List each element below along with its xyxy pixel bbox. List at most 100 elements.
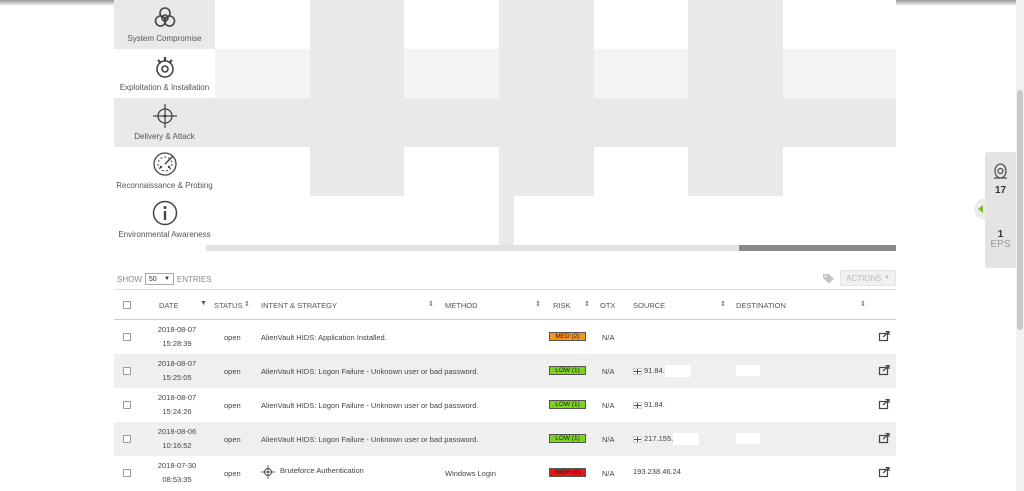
table-row[interactable]: 2018-08-07 15:28:39 open AlienVault HIDS: A…: [114, 320, 896, 354]
kill-chain-grid-row: [215, 49, 896, 98]
kill-chain-cell[interactable]: [215, 147, 310, 196]
alarm-intent[interactable]: Bruteforce Authentication: [280, 466, 364, 475]
kill-chain-cell[interactable]: [688, 147, 783, 196]
kill-chain-cell[interactable]: [404, 98, 499, 147]
row-checkbox[interactable]: [123, 333, 131, 341]
alarm-count: 17: [994, 185, 1007, 196]
kill-chain-grid-row: [215, 0, 896, 49]
table-row[interactable]: 2018-08-06 10:16:52 open AlienVault HIDS: L…: [114, 422, 896, 456]
row-checkbox[interactable]: [123, 401, 131, 409]
kill-chain-cell[interactable]: [688, 0, 783, 49]
row-checkbox[interactable]: [123, 367, 131, 375]
kill-chain-cell[interactable]: [594, 147, 688, 196]
kill-chain-cell[interactable]: [594, 49, 688, 98]
redacted-ip-mask: [673, 433, 700, 445]
kill-chain-row-label[interactable]: Exploitation & Installation: [114, 49, 215, 98]
kill-chain-cell[interactable]: [310, 0, 404, 49]
kill-chain-cell[interactable]: [404, 0, 499, 49]
alarm-intent[interactable]: AlienVault HIDS: Logon Failure - Unknown…: [261, 401, 478, 410]
col-source[interactable]: SOURCE: [633, 301, 665, 310]
open-details-icon[interactable]: [878, 330, 890, 344]
kill-chain-cell[interactable]: [499, 196, 514, 245]
kill-chain-grid[interactable]: [215, 0, 896, 245]
open-details-icon[interactable]: [878, 432, 890, 446]
kill-chain-cell[interactable]: [783, 147, 896, 196]
kill-chain-cell[interactable]: [215, 196, 499, 245]
kill-chain-cell[interactable]: [404, 49, 499, 98]
sort-icon[interactable]: ⇕: [720, 300, 726, 308]
alarm-date: 2018-07-30: [157, 461, 197, 470]
table-row[interactable]: 2018-08-07 15:24:26 open AlienVault HIDS: L…: [114, 388, 896, 422]
sort-desc-icon[interactable]: ▼: [200, 300, 207, 307]
alarm-intent[interactable]: AlienVault HIDS: Logon Failure - Unknown…: [261, 435, 478, 444]
kill-chain-cell[interactable]: [594, 0, 688, 49]
kill-chain-cell[interactable]: [215, 0, 310, 49]
open-details-icon[interactable]: [878, 466, 890, 480]
kill-chain-cell[interactable]: [783, 0, 896, 49]
kill-chain-cell[interactable]: [783, 49, 896, 98]
sort-icon[interactable]: ⇕: [244, 300, 250, 308]
kill-chain-cell[interactable]: [404, 147, 499, 196]
redacted-destination: [736, 331, 760, 342]
open-details-icon[interactable]: [878, 364, 890, 378]
eps-label: EPS: [990, 239, 1011, 250]
page-scrollbar-thumb[interactable]: [1017, 90, 1023, 330]
col-date[interactable]: DATE: [159, 301, 178, 310]
kill-chain-cell[interactable]: [514, 196, 896, 245]
kill-chain-cell[interactable]: [215, 98, 310, 147]
col-method[interactable]: METHOD: [445, 301, 478, 310]
kill-chain-cell[interactable]: [499, 0, 594, 49]
kill-chain-cell[interactable]: [215, 49, 310, 98]
alarm-date: 2018-08-06: [157, 427, 197, 436]
select-all-checkbox[interactable]: [123, 301, 131, 309]
grid-scrollbar-thumb[interactable]: [739, 245, 896, 251]
radar-icon: [152, 151, 178, 179]
alarm-status: open: [224, 469, 241, 478]
kill-chain-labels: System Compromise Exploitation & Installa…: [114, 0, 215, 245]
kill-chain-cell[interactable]: [310, 49, 404, 98]
kill-chain-cell[interactable]: [499, 49, 594, 98]
alarm-intent[interactable]: AlienVault HIDS: Application Installed.: [261, 333, 387, 342]
entries-select[interactable]: 50 ▼: [144, 273, 174, 285]
sort-icon[interactable]: ⇕: [428, 300, 434, 308]
col-intent[interactable]: INTENT & STRATEGY: [261, 301, 337, 310]
alarm-counter-widget[interactable]: 17 1 EPS: [985, 152, 1016, 268]
alarm-time: 15:28:39: [162, 339, 192, 348]
kill-chain-cell[interactable]: [688, 49, 783, 98]
kill-chain-cell[interactable]: [594, 98, 688, 147]
alarm-datetime: 2018-08-07 15:24:26: [154, 391, 200, 419]
kill-chain-row-label[interactable]: Reconnaissance & Probing: [114, 147, 215, 196]
crosshair-icon: [261, 465, 275, 481]
kill-chain-cell[interactable]: [310, 147, 404, 196]
col-status[interactable]: STATUS: [214, 301, 242, 310]
arrow-left-icon[interactable]: [978, 205, 983, 213]
row-checkbox[interactable]: [123, 469, 131, 477]
actions-dropdown[interactable]: ACTIONS ▼: [840, 270, 896, 286]
col-destination[interactable]: DESTINATION: [736, 301, 786, 310]
kill-chain-cell[interactable]: [783, 98, 896, 147]
col-risk[interactable]: RISK: [553, 301, 571, 310]
biohazard-icon: [153, 6, 177, 32]
kill-chain-row-label[interactable]: Delivery & Attack: [114, 98, 215, 147]
kill-chain-cell[interactable]: [688, 98, 783, 147]
entries-label: ENTRIES: [176, 274, 212, 284]
table-row[interactable]: 2018-07-30 08:53:35 open Bruteforce Authent…: [114, 456, 896, 490]
sort-icon[interactable]: ⇕: [860, 300, 866, 308]
kill-chain-row-label[interactable]: Environmental Awareness: [114, 196, 215, 245]
table-row[interactable]: 2018-08-07 15:25:05 open AlienVault HIDS: L…: [114, 354, 896, 388]
col-otx[interactable]: OTX: [600, 301, 615, 310]
kill-chain-cell[interactable]: [310, 98, 404, 147]
tag-icon[interactable]: [822, 273, 835, 284]
kill-chain-grid-row: [215, 147, 896, 196]
kill-chain-cell[interactable]: [499, 98, 594, 147]
open-details-icon[interactable]: [878, 398, 890, 412]
alarm-intent[interactable]: AlienVault HIDS: Logon Failure - Unknown…: [261, 367, 478, 376]
sort-icon[interactable]: ⇕: [584, 300, 590, 308]
kill-chain-cell[interactable]: [499, 147, 594, 196]
kill-chain-row-label[interactable]: System Compromise: [114, 0, 215, 49]
sort-icon[interactable]: ⇕: [535, 300, 541, 308]
info-icon: [152, 200, 178, 228]
redacted-destination: [736, 365, 760, 376]
show-label: SHOW: [117, 274, 142, 284]
row-checkbox[interactable]: [123, 435, 131, 443]
